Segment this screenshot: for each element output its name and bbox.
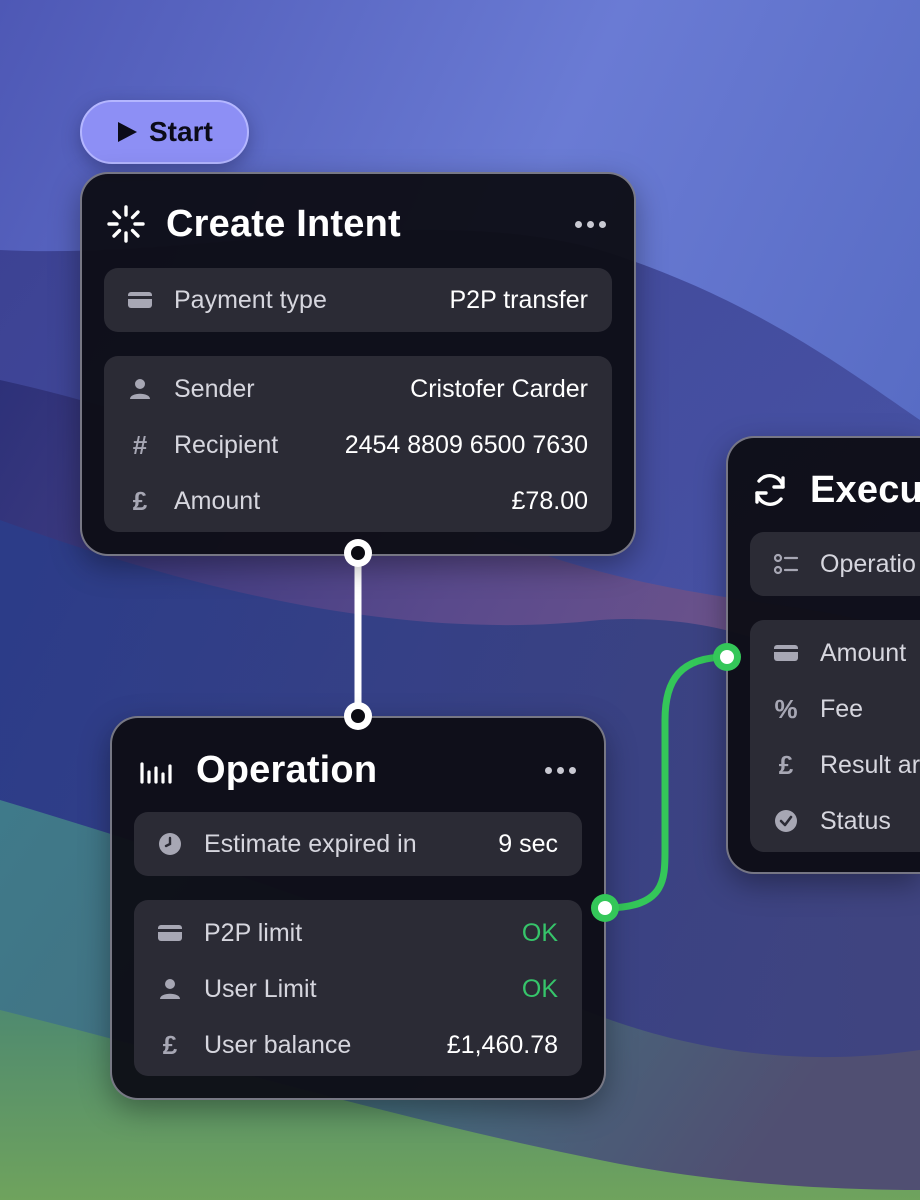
check-circle-icon [772, 807, 800, 835]
sender-label: Sender [174, 374, 255, 403]
payment-type-panel: Payment type P2P transfer [104, 268, 612, 332]
execute-fee-row: % Fee [750, 681, 920, 737]
payment-type-value: P2P transfer [449, 285, 588, 314]
user-balance-value: £1,460.78 [446, 1030, 558, 1059]
execute-result-row: £ Result ar [750, 737, 920, 793]
estimate-row: Estimate expired in 9 sec [134, 816, 582, 872]
card-icon [772, 639, 800, 667]
execute-node[interactable]: Execut Operatio Amount % Fee [726, 436, 920, 874]
user-icon [156, 975, 184, 1003]
operation-header: Operation [136, 720, 580, 820]
execute-header: Execut [750, 440, 920, 540]
percent-icon: % [774, 694, 798, 724]
execute-amount-row: Amount [750, 625, 920, 681]
payment-type-label: Payment type [174, 285, 327, 314]
create-intent-node[interactable]: Create Intent Payment type P2P transfer … [80, 172, 636, 556]
estimate-label: Estimate expired in [204, 829, 417, 858]
hash-icon: # [132, 430, 148, 460]
user-balance-row: £ User balance £1,460.78 [134, 1017, 582, 1073]
checklist-icon [772, 550, 800, 578]
user-limit-status: OK [521, 974, 558, 1003]
p2p-limit-status: OK [521, 918, 558, 947]
loader-icon [106, 204, 146, 244]
amount-label: Amount [174, 486, 261, 515]
more-options-icon[interactable] [541, 759, 580, 782]
operation-node[interactable]: Operation Estimate expired in 9 sec P2P … [110, 716, 606, 1100]
user-balance-label: User balance [204, 1030, 352, 1059]
recipient-label: Recipient [174, 430, 279, 459]
clock-icon [156, 830, 184, 858]
execute-fee-label: Fee [820, 694, 864, 723]
execute-details-panel: Amount % Fee £ Result ar Status [750, 620, 920, 852]
pound-icon: £ [778, 750, 794, 780]
estimate-value: 9 sec [498, 829, 558, 858]
estimate-panel: Estimate expired in 9 sec [134, 812, 582, 876]
refresh-icon [750, 470, 790, 510]
sender-row: Sender Cristofer Carder [104, 361, 612, 417]
operation-title: Operation [196, 748, 378, 791]
limits-panel: P2P limit OK User Limit OK £ User balanc… [134, 900, 582, 1076]
execute-title: Execut [810, 468, 920, 511]
start-button[interactable]: Start [80, 100, 249, 164]
sender-value: Cristofer Carder [410, 374, 588, 403]
user-icon [126, 375, 154, 403]
create-intent-header: Create Intent [106, 174, 610, 274]
execute-result-label: Result ar [820, 750, 920, 779]
play-icon [118, 122, 137, 142]
execute-status-row: Status [750, 793, 920, 849]
amount-row: £ Amount £78.00 [104, 473, 612, 529]
amount-value: £78.00 [511, 486, 588, 515]
card-icon [126, 286, 154, 314]
p2p-limit-label: P2P limit [204, 918, 303, 947]
execute-operation-label: Operatio [820, 549, 916, 578]
execute-status-label: Status [820, 806, 891, 835]
pound-icon: £ [162, 1030, 178, 1060]
payment-type-row: Payment type P2P transfer [104, 272, 612, 328]
intent-details-panel: Sender Cristofer Carder # Recipient 2454… [104, 356, 612, 532]
user-limit-label: User Limit [204, 974, 317, 1003]
execute-operation-panel: Operatio [750, 532, 920, 596]
bar-chart-icon [136, 750, 176, 790]
create-intent-title: Create Intent [166, 202, 401, 245]
pound-icon: £ [132, 486, 148, 516]
user-limit-row: User Limit OK [134, 961, 582, 1017]
execute-operation-row: Operatio [750, 536, 920, 592]
recipient-row: # Recipient 2454 8809 6500 7630 [104, 417, 612, 473]
execute-amount-label: Amount [820, 638, 907, 667]
more-options-icon[interactable] [571, 213, 610, 236]
recipient-value: 2454 8809 6500 7630 [344, 430, 588, 459]
start-button-label: Start [149, 116, 213, 147]
card-icon [156, 919, 184, 947]
p2p-limit-row: P2P limit OK [134, 905, 582, 961]
